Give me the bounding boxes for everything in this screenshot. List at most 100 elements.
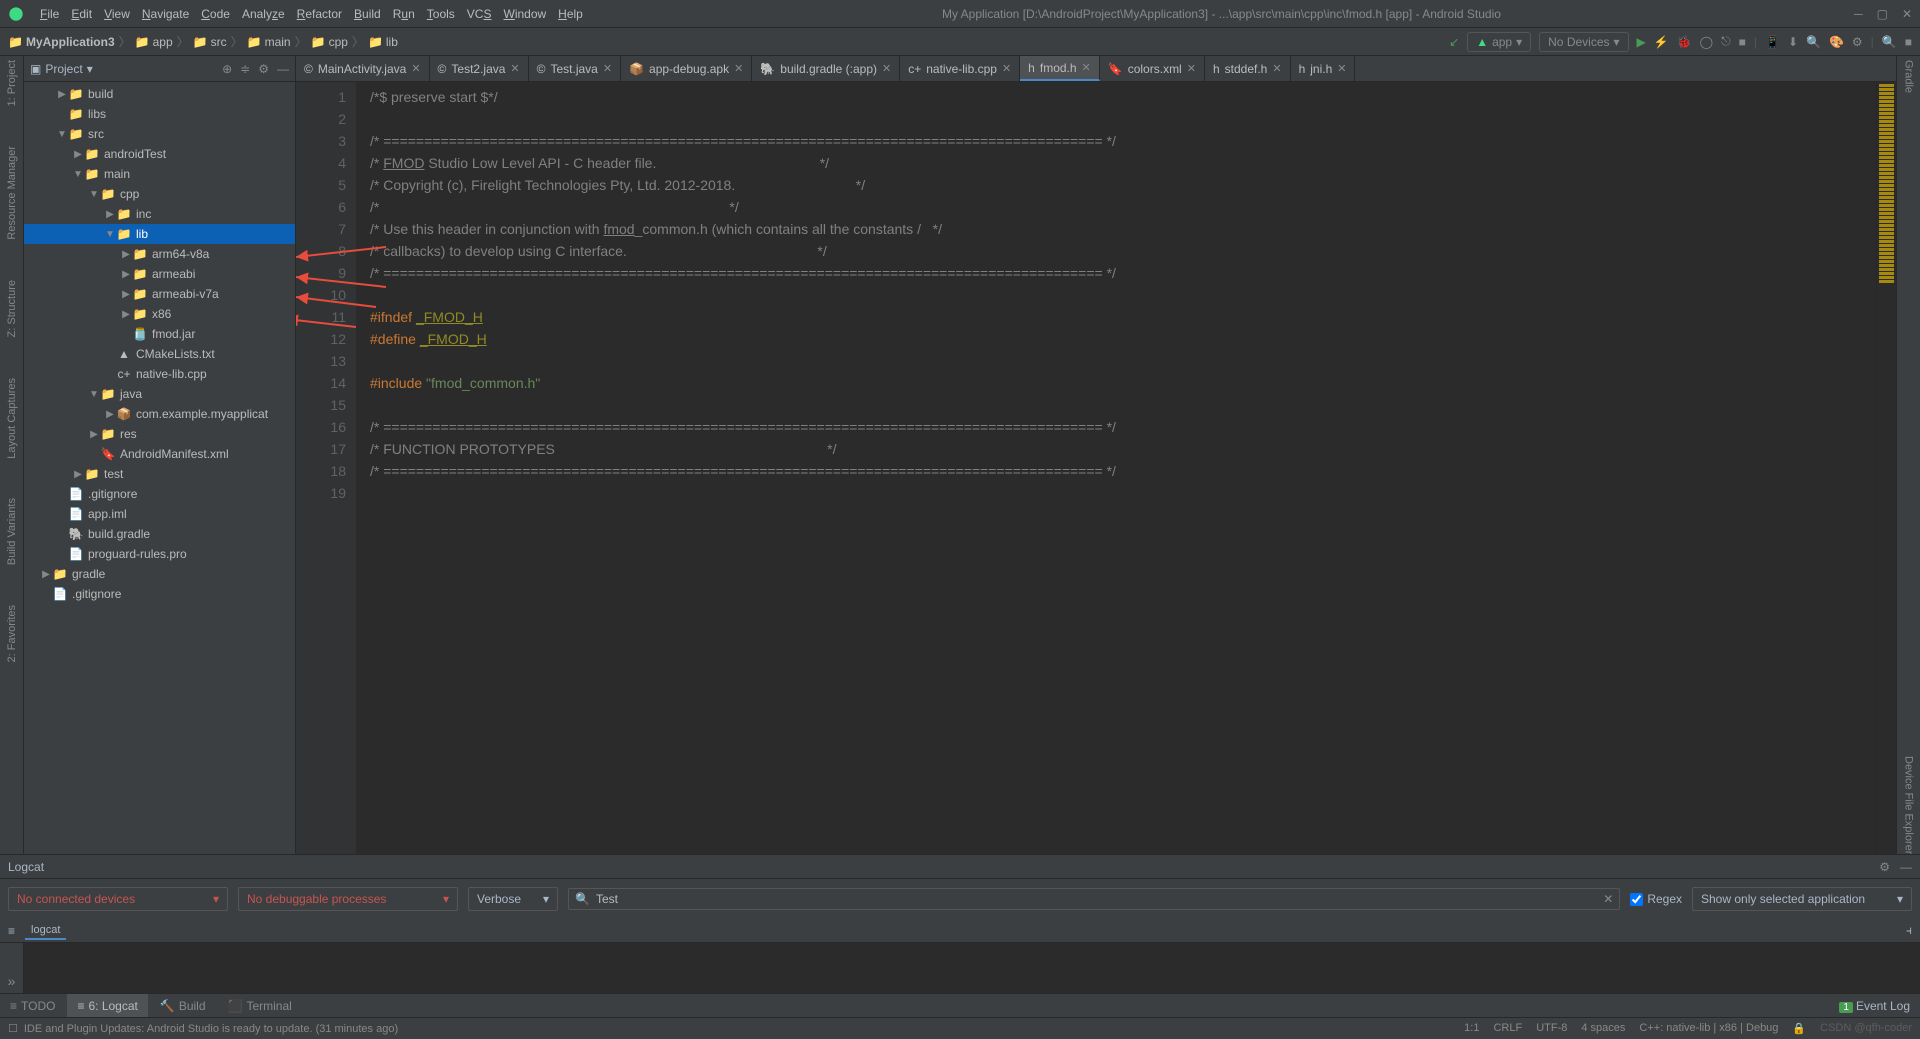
layout-inspector-icon[interactable]: 🔍 [1806, 35, 1821, 49]
sdk-icon[interactable]: ⬇ [1788, 35, 1798, 49]
logcat-more-icon[interactable]: » [8, 973, 16, 989]
tool-build-variants[interactable]: Build Variants [6, 498, 18, 565]
collapse-icon[interactable]: ≑ [240, 62, 250, 76]
tree-item-res[interactable]: ▶📁res [24, 424, 295, 444]
crumb-main[interactable]: 📁 main [247, 35, 291, 49]
tool-resource-manager[interactable]: Resource Manager [6, 146, 18, 240]
menu-code[interactable]: Code [195, 7, 236, 21]
editor-tab-jni-h[interactable]: hjni.h✕ [1291, 56, 1356, 81]
menu-refactor[interactable]: Refactor [291, 7, 348, 21]
tree-item-java[interactable]: ▼📁java [24, 384, 295, 404]
tree-item-inc[interactable]: ▶📁inc [24, 204, 295, 224]
close-tab-icon[interactable]: ✕ [734, 62, 743, 75]
tree-item--gitignore[interactable]: 📄.gitignore [24, 584, 295, 604]
editor-tab-build-gradle---app-[interactable]: 🐘build.gradle (:app)✕ [752, 56, 900, 81]
tree-item-app-iml[interactable]: 📄app.iml [24, 504, 295, 524]
bottom-tab-todo[interactable]: ≡TODO [0, 994, 65, 1018]
editor-tab-app-debug-apk[interactable]: 📦app-debug.apk✕ [621, 56, 752, 81]
menu-run[interactable]: Run [387, 7, 421, 21]
tree-item-cpp[interactable]: ▼📁cpp [24, 184, 295, 204]
avd-icon[interactable]: 📱 [1765, 35, 1780, 49]
menu-vcs[interactable]: VCS [461, 7, 498, 21]
tree-item-proguard-rules-pro[interactable]: 📄proguard-rules.pro [24, 544, 295, 564]
project-structure-icon[interactable]: ⚙ [1852, 35, 1863, 49]
device-dropdown[interactable]: No connected devices▾ [8, 887, 228, 911]
logcat-search-input[interactable]: 🔍 Test ✕ [568, 888, 1620, 910]
code-content[interactable]: /*$ preserve start $*/ /* ==============… [356, 82, 1876, 854]
menu-navigate[interactable]: Navigate [136, 7, 195, 21]
process-dropdown[interactable]: No debuggable processes▾ [238, 887, 458, 911]
tree-item-gradle[interactable]: ▶📁gradle [24, 564, 295, 584]
tree-item-arm64-v8a[interactable]: ▶📁arm64-v8a [24, 244, 295, 264]
tree-item-native-lib-cpp[interactable]: c+native-lib.cpp [24, 364, 295, 384]
tree-item-test[interactable]: ▶📁test [24, 464, 295, 484]
close-tab-icon[interactable]: ✕ [510, 62, 519, 75]
editor-tab-test-java[interactable]: ©Test.java✕ [529, 56, 621, 81]
hide-icon[interactable]: — [277, 62, 289, 76]
code-editor[interactable]: 12345678910111213141516171819 /*$ preser… [296, 82, 1896, 854]
status-encoding[interactable]: UTF-8 [1536, 1022, 1567, 1035]
logcat-layout-icon[interactable]: ⫞ [1906, 923, 1912, 938]
tree-item-armeabi-v7a[interactable]: ▶📁armeabi-v7a [24, 284, 295, 304]
run-config-selector[interactable]: ▲app ▾ [1467, 32, 1531, 52]
tree-item-build[interactable]: ▶📁build [24, 84, 295, 104]
window-minimize-icon[interactable]: ─ [1854, 7, 1863, 21]
regex-checkbox[interactable]: Regex [1630, 892, 1682, 906]
logcat-output[interactable] [24, 943, 1920, 993]
locate-icon[interactable]: ⊕ [222, 62, 232, 76]
crumb-app[interactable]: 📁 app [135, 35, 173, 49]
close-tab-icon[interactable]: ✕ [603, 62, 612, 75]
tree-item-build-gradle[interactable]: 🐘build.gradle [24, 524, 295, 544]
menu-analyze[interactable]: Analyze [236, 7, 291, 21]
tree-item-lib[interactable]: ▼📁lib [24, 224, 295, 244]
bottom-tab-build[interactable]: 🔨Build [150, 994, 216, 1018]
tree-item-armeabi[interactable]: ▶📁armeabi [24, 264, 295, 284]
status-lock-icon[interactable]: 🔒 [1792, 1022, 1806, 1035]
crumb-src[interactable]: 📁 src [193, 35, 227, 49]
stop-icon[interactable]: ■ [1739, 35, 1746, 49]
window-close-icon[interactable]: ✕ [1902, 7, 1912, 21]
tree-item-androidtest[interactable]: ▶📁androidTest [24, 144, 295, 164]
menu-build[interactable]: Build [348, 7, 387, 21]
project-view-dropdown-icon[interactable]: ▾ [87, 62, 93, 76]
profiler-icon[interactable]: ◯ [1700, 35, 1713, 49]
menu-help[interactable]: Help [552, 7, 589, 21]
editor-tab-colors-xml[interactable]: 🔖colors.xml✕ [1100, 56, 1205, 81]
tool-project[interactable]: 1: Project [6, 60, 18, 106]
status-line-sep[interactable]: CRLF [1493, 1022, 1522, 1035]
logcat-hide-icon[interactable]: — [1900, 860, 1912, 874]
close-tab-icon[interactable]: ✕ [1272, 62, 1281, 75]
sync-back-icon[interactable]: ↙ [1449, 35, 1459, 49]
logcat-settings-icon[interactable]: ⚙ [1879, 860, 1890, 874]
crumb-lib[interactable]: 📁 lib [368, 35, 398, 49]
status-indent[interactable]: 4 spaces [1581, 1022, 1625, 1035]
tree-item-libs[interactable]: 📁libs [24, 104, 295, 124]
gradle-sync-icon[interactable]: ■ [1905, 35, 1912, 49]
tree-item-x86[interactable]: ▶📁x86 [24, 304, 295, 324]
tree-item-main[interactable]: ▼📁main [24, 164, 295, 184]
event-log-button[interactable]: 1Event Log [1839, 999, 1910, 1013]
window-maximize-icon[interactable]: ▢ [1877, 7, 1888, 21]
status-cursor-pos[interactable]: 1:1 [1464, 1022, 1479, 1035]
debug-icon[interactable]: 🐞 [1677, 35, 1692, 49]
editor-tab-stddef-h[interactable]: hstddef.h✕ [1205, 56, 1291, 81]
tree-item-cmakelists-txt[interactable]: ▲CMakeLists.txt [24, 344, 295, 364]
resource-manager-icon[interactable]: 🎨 [1829, 35, 1844, 49]
apply-changes-icon[interactable]: ⚡ [1654, 35, 1669, 49]
crumb-cpp[interactable]: 📁 cpp [311, 35, 348, 49]
tool-structure[interactable]: Z: Structure [6, 280, 18, 337]
filter-dropdown[interactable]: Show only selected application▾ [1692, 887, 1912, 911]
close-tab-icon[interactable]: ✕ [882, 62, 891, 75]
logcat-subtab[interactable]: logcat [25, 922, 66, 940]
editor-tab-native-lib-cpp[interactable]: c+native-lib.cpp✕ [900, 56, 1020, 81]
menu-file[interactable]: File [34, 7, 65, 21]
tool-gradle[interactable]: Gradle [1903, 60, 1915, 93]
tree-item-com-example-myapplicat[interactable]: ▶📦com.example.myapplicat [24, 404, 295, 424]
menu-view[interactable]: View [98, 7, 136, 21]
tree-item--gitignore[interactable]: 📄.gitignore [24, 484, 295, 504]
log-level-dropdown[interactable]: Verbose▾ [468, 887, 558, 911]
crumb-project[interactable]: 📁 MyApplication3 [8, 35, 115, 49]
editor-minimap[interactable] [1876, 82, 1896, 854]
device-selector[interactable]: No Devices ▾ [1539, 32, 1628, 52]
close-tab-icon[interactable]: ✕ [411, 62, 420, 75]
